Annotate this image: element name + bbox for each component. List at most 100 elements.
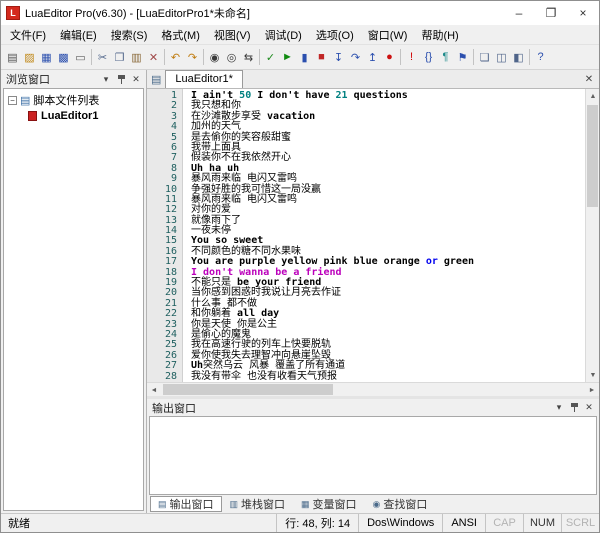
- document-icon: ▤: [151, 73, 161, 86]
- horizontal-scroll-thumb[interactable]: [163, 384, 333, 395]
- output-pin-button[interactable]: [567, 401, 581, 415]
- step-into-icon: ↧: [334, 51, 343, 64]
- comment-button[interactable]: ¶: [437, 47, 454, 67]
- output-menu-chevron-icon[interactable]: ▾: [552, 401, 566, 415]
- step-out-icon: ↥: [368, 51, 377, 64]
- breakpoint-button[interactable]: ●: [381, 47, 398, 67]
- step-over-button[interactable]: ↷: [347, 47, 364, 67]
- paste-button[interactable]: ▥: [128, 47, 145, 67]
- step-over-icon: ↷: [351, 51, 360, 64]
- tree-root-item[interactable]: − ▤ 脚本文件列表: [6, 92, 141, 108]
- save-all-button[interactable]: ▩: [55, 47, 72, 67]
- toolbar-separator: [259, 49, 260, 65]
- syntax-check-button[interactable]: !: [403, 47, 420, 67]
- scroll-up-icon[interactable]: ▲: [586, 89, 600, 103]
- pause-button[interactable]: ▮: [296, 47, 313, 67]
- menu-item[interactable]: 帮助(H): [414, 25, 465, 45]
- find-button[interactable]: ◉: [206, 47, 223, 67]
- compile-icon: ✓: [266, 51, 275, 64]
- code-line: I ain't 50 I don't have 21 questions: [191, 91, 585, 101]
- tile-horizontal-button[interactable]: ◫: [493, 47, 510, 67]
- menu-item[interactable]: 文件(F): [3, 25, 53, 45]
- step-into-button[interactable]: ↧: [330, 47, 347, 67]
- undo-button[interactable]: ↶: [167, 47, 184, 67]
- compile-button[interactable]: ✓: [262, 47, 279, 67]
- vertical-scrollbar[interactable]: ▲ ▼: [585, 89, 599, 382]
- open-file-button[interactable]: ▨: [21, 47, 38, 67]
- code-text: 你是天使 你是公主: [191, 319, 277, 330]
- braces-button[interactable]: {}: [420, 47, 437, 67]
- stop-button[interactable]: ■: [313, 47, 330, 67]
- line-number-gutter: 1234567891011121314151617181920212223242…: [147, 89, 183, 382]
- output-tab-stack[interactable]: ▥堆栈窗口: [222, 496, 294, 512]
- print-button[interactable]: ▭: [72, 47, 89, 67]
- document-close-icon[interactable]: ✕: [581, 71, 597, 87]
- code-line: 暴风雨来临 电闪又雷鸣: [191, 195, 585, 205]
- find-next-button[interactable]: ◎: [223, 47, 240, 67]
- bookmark-icon: ⚑: [458, 51, 468, 64]
- output-close-button[interactable]: ✕: [582, 401, 596, 415]
- bookmark-button[interactable]: ⚑: [454, 47, 471, 67]
- help-button[interactable]: ?: [532, 47, 549, 67]
- menu-item[interactable]: 选项(O): [309, 25, 361, 45]
- close-button[interactable]: ×: [567, 1, 599, 25]
- tree-item-luaeditor1[interactable]: LuaEditor1: [6, 108, 141, 124]
- tree-item-label: LuaEditor1: [41, 110, 98, 122]
- save-file-icon: ▦: [41, 51, 51, 64]
- redo-button[interactable]: ↷: [184, 47, 201, 67]
- menu-item[interactable]: 视图(V): [207, 25, 258, 45]
- minimize-button[interactable]: –: [503, 1, 535, 25]
- cut-button[interactable]: ✂: [94, 47, 111, 67]
- code-editor[interactable]: 1234567891011121314151617181920212223242…: [147, 89, 599, 382]
- code-text: You are purple yellow pink blue orange: [191, 256, 426, 267]
- output-tab-output[interactable]: ▤输出窗口: [150, 496, 222, 512]
- toolbar: ▤▨▦▩▭✂❐▥✕↶↷◉◎⇆✓►▮■↧↷↥●!{}¶⚑❏◫◧?: [1, 45, 599, 70]
- code-text: I don't have: [251, 90, 335, 101]
- delete-button[interactable]: ✕: [145, 47, 162, 67]
- new-file-button[interactable]: ▤: [4, 47, 21, 67]
- cascade-windows-icon: ❏: [480, 51, 490, 64]
- code-text: 假装你不在我依然开心: [191, 152, 291, 163]
- menu-item[interactable]: 搜索(S): [104, 25, 155, 45]
- run-icon: ►: [282, 51, 293, 63]
- cascade-windows-button[interactable]: ❏: [476, 47, 493, 67]
- menu-item[interactable]: 编辑(E): [53, 25, 104, 45]
- editor-column: ▤ LuaEditor1* ✕ 123456789101112131415161…: [147, 70, 599, 513]
- horizontal-scrollbar[interactable]: ◄ ►: [147, 382, 599, 396]
- script-file-icon: [28, 111, 37, 121]
- scroll-down-icon[interactable]: ▼: [586, 368, 600, 382]
- code-text: 是去偷你的笑容般甜蜜: [191, 132, 291, 143]
- menu-item[interactable]: 格式(M): [154, 25, 207, 45]
- panel-close-button[interactable]: ✕: [129, 72, 143, 86]
- output-tab-search[interactable]: ◉查找窗口: [365, 496, 436, 512]
- new-file-icon: ▤: [7, 51, 17, 64]
- run-button[interactable]: ►: [279, 47, 296, 67]
- step-out-button[interactable]: ↥: [364, 47, 381, 67]
- code-text: 突然乌云 风暴 覆盖了所有通道: [203, 360, 345, 371]
- vertical-scroll-track[interactable]: [586, 103, 599, 368]
- panel-pin-button[interactable]: [114, 72, 128, 86]
- code-line: 就像雨下了: [191, 216, 585, 226]
- tile-vertical-button[interactable]: ◧: [510, 47, 527, 67]
- maximize-button[interactable]: ❐: [535, 1, 567, 25]
- scroll-right-icon[interactable]: ►: [585, 383, 599, 397]
- replace-icon: ⇆: [244, 51, 253, 64]
- code-area[interactable]: I ain't 50 I don't have 21 questions我只想和…: [183, 89, 585, 382]
- menu-item[interactable]: 调试(D): [258, 25, 309, 45]
- tree-collapse-icon[interactable]: −: [8, 96, 17, 105]
- lock-num: NUM: [523, 514, 561, 532]
- copy-button[interactable]: ❐: [111, 47, 128, 67]
- panel-menu-chevron-icon[interactable]: ▾: [99, 72, 113, 86]
- menu-item[interactable]: 窗口(W): [361, 25, 415, 45]
- document-tab-active[interactable]: LuaEditor1*: [165, 70, 243, 88]
- code-line: 是去偷你的笑容般甜蜜: [191, 133, 585, 143]
- output-tab-variables[interactable]: ▦变量窗口: [293, 496, 365, 512]
- status-bar: 就绪 行: 48, 列: 14 Dos\Windows ANSI CAPNUMS…: [1, 513, 599, 532]
- lock-scrl: SCRL: [561, 514, 599, 532]
- horizontal-scroll-track[interactable]: [161, 383, 585, 396]
- output-tab-label: 查找窗口: [383, 496, 427, 512]
- save-file-button[interactable]: ▦: [38, 47, 55, 67]
- replace-button[interactable]: ⇆: [240, 47, 257, 67]
- scroll-left-icon[interactable]: ◄: [147, 383, 161, 397]
- vertical-scroll-thumb[interactable]: [587, 105, 598, 207]
